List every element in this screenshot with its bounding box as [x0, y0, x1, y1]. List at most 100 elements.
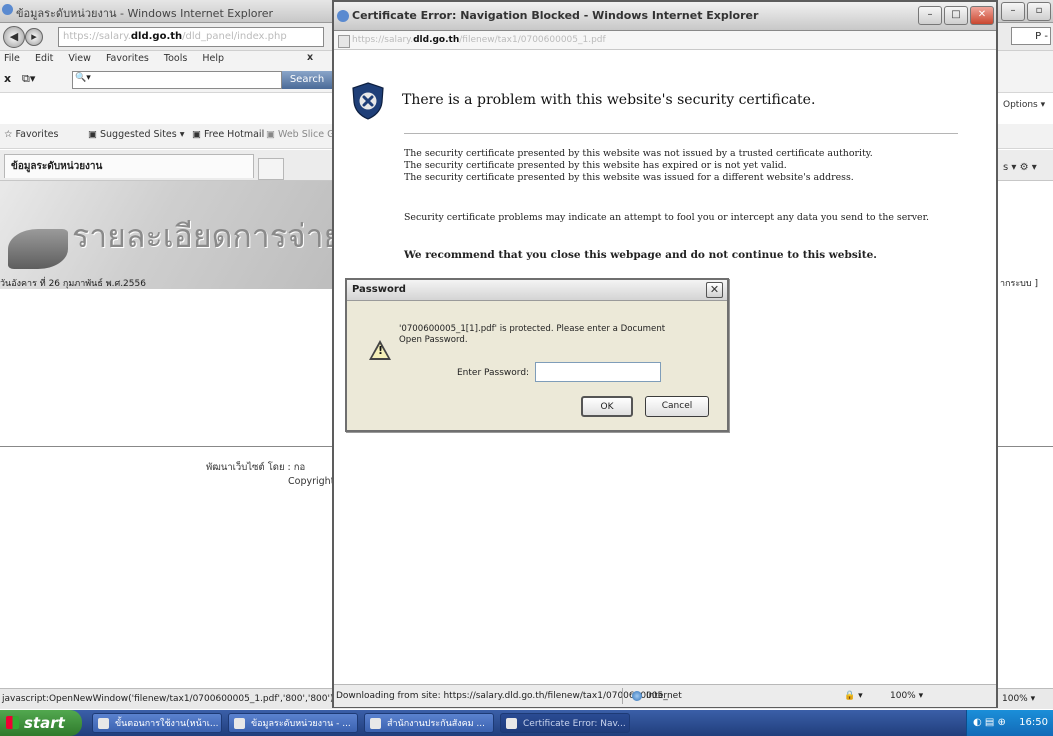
system-tray: ◐ ▤ ⊕ 16:50 [966, 710, 1053, 736]
toolbar-close-icon[interactable]: x [4, 72, 11, 85]
toolbar-search-input[interactable]: 🔍▾ [72, 71, 282, 89]
banner-decoration [8, 229, 68, 269]
url-domain: dld.go.th [130, 31, 183, 42]
taskbar-item[interactable]: สำนักงานประกันสังคม ... [364, 713, 494, 733]
minimize-button[interactable]: – [1001, 2, 1025, 21]
back-arrow-icon[interactable]: ◀ [3, 26, 25, 48]
url-prefix: https://salary. [352, 35, 414, 45]
web-slice-label: Web Slice G [278, 129, 335, 140]
start-label: start [24, 714, 65, 732]
date-line: วันอังคาร ที่ 26 กุมภาพันธ์ พ.ศ.2556 [0, 279, 146, 289]
forward-arrow-icon[interactable]: ▸ [25, 28, 43, 46]
cert-reason: The security certificate presented by th… [404, 148, 873, 159]
url-prefix: https://salary. [63, 31, 131, 42]
cert-reason: The security certificate presented by th… [404, 172, 854, 183]
search-magnifier-icon: 🔍▾ [75, 73, 91, 83]
menu-file[interactable]: File [4, 53, 20, 64]
toolbar-search-button[interactable]: Search [282, 71, 332, 89]
security-zone[interactable]: Internet [632, 685, 682, 707]
cert-window-titlebar: Certificate Error: Navigation Blocked - … [334, 2, 996, 31]
free-hotmail-link[interactable]: ▣ Free Hotmail [192, 129, 264, 140]
logout-link[interactable]: ากระบบ ] [1000, 276, 1038, 290]
warning-exclamation: ! [378, 344, 384, 357]
ie-icon [506, 718, 517, 729]
tray-icons[interactable]: ◐ ▤ ⊕ [967, 717, 1006, 728]
start-button[interactable]: start [0, 710, 82, 736]
globe-icon [632, 690, 642, 701]
taskbar-item-label: สำนักงานประกันสังคม ... [387, 719, 486, 729]
bg-status-text: javascript:OpenNewWindow('filenew/tax1/0… [2, 694, 334, 704]
bg-window-title: ข้อมูลระดับหน่วยงาน - Windows Internet E… [16, 7, 274, 20]
menu-edit[interactable]: Edit [35, 53, 53, 64]
bg-window-controls: – ▫ [999, 2, 1051, 21]
close-icon[interactable]: ✕ [706, 282, 723, 298]
menu-tools[interactable]: Tools [164, 53, 187, 64]
cert-reason: The security certificate presented by th… [404, 160, 787, 171]
new-tab-button[interactable] [258, 158, 284, 180]
options-menu[interactable]: Options ▾ [1003, 100, 1045, 110]
taskbar-item-label: Certificate Error: Nav... [523, 719, 626, 729]
zoom-level[interactable]: 100% ▾ [890, 685, 923, 707]
bg-url-field[interactable]: https://salary.dld.go.th/dld_panel/index… [58, 27, 324, 47]
footer-divider [0, 446, 336, 447]
cancel-button[interactable]: Cancel [645, 396, 709, 417]
suggested-sites-link[interactable]: ▣ Suggested Sites ▾ [88, 129, 185, 140]
cert-error-heading: There is a problem with this website's s… [402, 92, 816, 108]
taskbar-item[interactable]: ข้อมูลระดับหน่วยงาน - ... [228, 713, 358, 733]
footer-divider-right [996, 446, 1053, 447]
taskbar: start ขั้นตอนการใช้งาน(หน้าเ... ข้อมูลระ… [0, 710, 1053, 736]
download-status-text: Downloading from site: https://salary.dl… [336, 691, 668, 701]
close-button[interactable]: ✕ [970, 6, 994, 25]
favorites-label: Favorites [15, 129, 59, 140]
ie-icon [337, 10, 349, 22]
password-input[interactable] [535, 362, 661, 382]
cert-reasons-list: The security certificate presented by th… [404, 148, 873, 184]
taskbar-item-label: ขั้นตอนการใช้งาน(หน้าเ... [115, 719, 219, 729]
security-zone-label: Internet [646, 691, 682, 701]
password-field-label: Enter Password: [457, 368, 530, 378]
clock[interactable]: 16:50 [1019, 710, 1048, 736]
page-icon [338, 35, 350, 48]
toolbar-addon-icon[interactable]: ⧉▾ [22, 72, 35, 86]
tab-active[interactable]: ข้อมูลระดับหน่วยงาน [4, 154, 254, 178]
free-hotmail-label: Free Hotmail [204, 129, 265, 140]
ok-button[interactable]: OK [581, 396, 633, 417]
cert-status-bar: Downloading from site: https://salary.dl… [334, 684, 996, 707]
url-suffix: /filenew/tax1/0700600005_1.pdf [459, 35, 606, 45]
ie-icon [370, 718, 381, 729]
maximize-button[interactable]: ▫ [1027, 2, 1051, 21]
suggested-sites-label: Suggested Sites ▾ [100, 129, 185, 140]
ie-icon [234, 718, 245, 729]
cert-window-controls: – □ ✕ [916, 6, 994, 25]
favorites-star-icon[interactable]: ☆ Favorites [4, 129, 58, 140]
bg-status-zoom[interactable]: 100% ▾ [1002, 689, 1035, 709]
menu-view[interactable]: View [68, 53, 91, 64]
maximize-button[interactable]: □ [944, 6, 968, 25]
minimize-button[interactable]: – [918, 6, 942, 25]
ie-icon [2, 4, 13, 15]
taskbar-item-label: ข้อมูลระดับหน่วยงาน - ... [251, 719, 351, 729]
url-domain: dld.go.th [413, 35, 460, 45]
password-dialog: Password ✕ ! '0700600005_1[1].pdf' is pr… [345, 278, 729, 432]
password-dialog-title: Password [352, 284, 406, 295]
taskbar-item[interactable]: ขั้นตอนการใช้งาน(หน้าเ... [92, 713, 222, 733]
footer-developer: พัฒนาเว็บไซต์ โดย : กอ [206, 462, 306, 473]
password-prompt-message: '0700600005_1[1].pdf' is protected. Plea… [399, 324, 666, 345]
status-separator [622, 688, 623, 704]
menu-close-icon[interactable]: x [307, 52, 313, 63]
banner-title: รายละเอียดการจ่ายเงินเ [72, 217, 336, 255]
menu-favorites[interactable]: Favorites [106, 53, 149, 64]
tools-menu[interactable]: s ▾ ⚙ ▾ [1003, 162, 1037, 173]
security-shield-icon [352, 82, 384, 120]
password-dialog-titlebar: Password ✕ [347, 280, 727, 301]
cert-address-bar[interactable]: https://salary.dld.go.th/filenew/tax1/07… [334, 31, 996, 50]
protected-mode-icon[interactable]: 🔒 ▾ [844, 685, 863, 707]
web-slice-link[interactable]: ▣ Web Slice G [266, 129, 335, 140]
cert-recommendation: We recommend that you close this webpage… [404, 249, 877, 261]
taskbar-item-active[interactable]: Certificate Error: Nav... [500, 713, 630, 733]
bg-search-box[interactable]: P - [1011, 27, 1051, 45]
menu-help[interactable]: Help [202, 53, 224, 64]
window-icon [98, 718, 109, 729]
cert-warning-text: Security certificate problems may indica… [404, 212, 929, 223]
cert-window-title: Certificate Error: Navigation Blocked - … [352, 9, 759, 22]
